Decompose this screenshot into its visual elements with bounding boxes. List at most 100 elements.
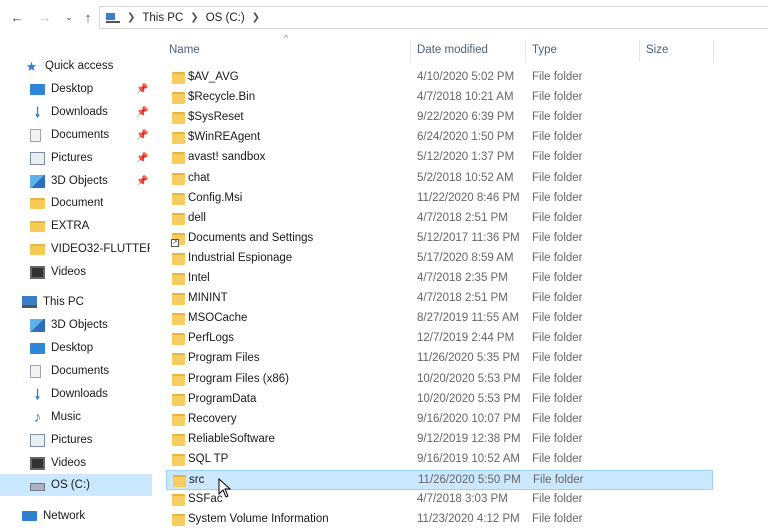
pin-icon[interactable]: 📌 [136, 84, 148, 95]
sort-ascending-icon: ^ [284, 33, 289, 43]
folder-icon [172, 434, 185, 446]
column-divider[interactable] [713, 40, 714, 62]
file-name: $AV_AVG [188, 71, 239, 83]
sidebar-item-label: Quick access [45, 60, 114, 72]
file-type: File folder [532, 292, 583, 304]
file-date-modified: 6/24/2020 1:50 PM [417, 131, 515, 143]
file-date-modified: 4/7/2018 2:51 PM [417, 212, 508, 224]
table-row[interactable]: SQL TP 9/16/2019 10:52 AM File folder [166, 450, 713, 470]
table-row[interactable]: src 11/26/2020 5:50 PM File folder [166, 470, 713, 490]
table-row[interactable]: Industrial Espionage 5/17/2020 8:59 AM Fil… [166, 249, 713, 269]
folder-icon [172, 193, 185, 205]
sidebar-item-label: VIDEO32-FLUTTER U [51, 243, 150, 255]
sidebar-item-os-c[interactable]: OS (C:) [0, 474, 152, 496]
table-row[interactable]: MSOCache 8/27/2019 11:55 AM File folder [166, 309, 713, 329]
sidebar-item-pictures[interactable]: Pictures 📌 [30, 147, 182, 169]
table-row[interactable]: PerfLogs 12/7/2019 2:44 PM File folder [166, 329, 713, 349]
sidebar-item-music[interactable]: ♪ Music [30, 406, 182, 428]
sidebar-item-this-pc[interactable]: This PC [22, 291, 174, 313]
sidebar-item-label: Pictures [51, 434, 93, 446]
table-row[interactable]: $WinREAgent 6/24/2020 1:50 PM File folder [166, 128, 713, 148]
column-size[interactable]: Size [646, 44, 668, 56]
sidebar-item-document[interactable]: Document [30, 192, 182, 214]
column-divider[interactable] [410, 40, 411, 62]
up-arrow-icon[interactable]: ↑ [80, 9, 96, 25]
sidebar-item-videos-pc[interactable]: Videos [30, 452, 182, 474]
table-row[interactable]: Intel 4/7/2018 2:35 PM File folder [166, 269, 713, 289]
file-name: Program Files [188, 352, 260, 364]
computer-icon [22, 296, 37, 308]
file-type: File folder [532, 71, 583, 83]
sidebar-item-label: Desktop [51, 342, 94, 354]
sidebar-item-3d-objects[interactable]: 3D Objects 📌 [30, 170, 182, 192]
file-date-modified: 5/12/2020 1:37 PM [417, 151, 515, 163]
file-date-modified: 4/10/2020 5:02 PM [417, 71, 515, 83]
table-row[interactable]: Recovery 9/16/2020 10:07 PM File folder [166, 410, 713, 430]
pin-icon[interactable]: 📌 [136, 176, 148, 187]
file-date-modified: 11/22/2020 8:46 PM [417, 192, 520, 204]
folder-icon [30, 197, 45, 209]
pin-icon[interactable]: 📌 [136, 107, 148, 118]
file-type: File folder [532, 453, 583, 465]
folder-icon [172, 132, 185, 144]
folder-icon [172, 313, 185, 325]
folder-icon [172, 414, 185, 426]
sidebar-item-pictures-pc[interactable]: Pictures [30, 429, 182, 451]
file-type: File folder [532, 252, 583, 264]
column-type[interactable]: Type [532, 44, 557, 56]
breadcrumb-this-pc[interactable]: This PC [142, 12, 183, 24]
sidebar-item-label: Videos [51, 457, 86, 469]
forward-arrow-icon[interactable]: → [37, 9, 53, 25]
sidebar-item-downloads[interactable]: 🠓 Downloads 📌 [30, 101, 182, 123]
table-row[interactable]: $Recycle.Bin 4/7/2018 10:21 AM File folder [166, 88, 713, 108]
file-name: Program Files (x86) [188, 373, 289, 385]
sidebar-item-desktop-pc[interactable]: Desktop [30, 337, 182, 359]
table-row[interactable]: System Volume Information 11/23/2020 4:12… [166, 510, 713, 530]
breadcrumb-os-c[interactable]: OS (C:) [206, 12, 245, 24]
file-type: File folder [532, 312, 583, 324]
file-date-modified: 5/17/2020 8:59 AM [417, 252, 514, 264]
table-row[interactable]: $AV_AVG 4/10/2020 5:02 PM File folder [166, 68, 713, 88]
sidebar-item-quick-access[interactable]: ★ Quick access [24, 55, 176, 77]
folder-icon [30, 243, 45, 255]
table-row[interactable]: Program Files 11/26/2020 5:35 PM File fold… [166, 349, 713, 369]
column-divider[interactable] [525, 40, 526, 62]
file-name: MSOCache [188, 312, 248, 324]
table-row[interactable]: SSFac 4/7/2018 3:03 PM File folder [166, 490, 713, 510]
table-row[interactable]: ReliableSoftware 9/12/2019 12:38 PM File f… [166, 430, 713, 450]
file-name: avast! sandbox [188, 151, 266, 163]
sidebar-item-documents[interactable]: Documents 📌 [30, 124, 182, 146]
table-row[interactable]: avast! sandbox 5/12/2020 1:37 PM File fold… [166, 148, 713, 168]
column-divider[interactable] [639, 40, 640, 62]
table-row[interactable]: ProgramData 10/20/2020 5:53 PM File folder [166, 390, 713, 410]
pin-icon[interactable]: 📌 [136, 153, 148, 164]
3d-objects-icon [30, 318, 45, 332]
table-row[interactable]: chat 5/2/2018 10:52 AM File folder [166, 169, 713, 189]
sidebar-item-videos[interactable]: Videos [30, 261, 182, 283]
table-row[interactable]: $SysReset 9/22/2020 6:39 PM File folder [166, 108, 713, 128]
sidebar-item-extra[interactable]: EXTRA [30, 215, 182, 237]
sidebar-item-documents-pc[interactable]: Documents [30, 360, 182, 382]
column-date-modified[interactable]: Date modified [417, 44, 488, 56]
table-row[interactable]: ↗ Documents and Settings 5/12/2017 11:36 P… [166, 229, 713, 249]
sidebar-item-label: Downloads [51, 106, 108, 118]
sidebar-item-video32-flutter[interactable]: VIDEO32-FLUTTER U [30, 238, 150, 260]
table-row[interactable]: MININT 4/7/2018 2:51 PM File folder [166, 289, 713, 309]
address-field[interactable]: ❯ This PC ❯ OS (C:) ❯ [99, 6, 768, 29]
shortcut-arrow-icon: ↗ [171, 239, 179, 247]
table-row[interactable]: Config.Msi 11/22/2020 8:46 PM File folder [166, 189, 713, 209]
sidebar-item-downloads-pc[interactable]: 🠓 Downloads [30, 383, 182, 405]
chevron-down-icon[interactable]: ⌄ [61, 9, 77, 25]
pin-icon[interactable]: 📌 [136, 130, 148, 141]
table-row[interactable]: dell 4/7/2018 2:51 PM File folder [166, 209, 713, 229]
column-name[interactable]: Name [169, 44, 200, 56]
folder-icon [172, 253, 185, 265]
table-row[interactable]: Program Files (x86) 10/20/2020 5:53 PM Fil… [166, 370, 713, 390]
file-date-modified: 5/2/2018 10:52 AM [417, 172, 514, 184]
chevron-right-icon[interactable]: ❯ [252, 12, 260, 23]
file-type: File folder [532, 272, 583, 284]
sidebar-item-desktop[interactable]: Desktop 📌 [30, 78, 182, 100]
file-name: Config.Msi [188, 192, 243, 204]
sidebar-item-3d-objects-pc[interactable]: 3D Objects [30, 314, 182, 336]
back-arrow-icon[interactable]: ← [9, 9, 25, 25]
